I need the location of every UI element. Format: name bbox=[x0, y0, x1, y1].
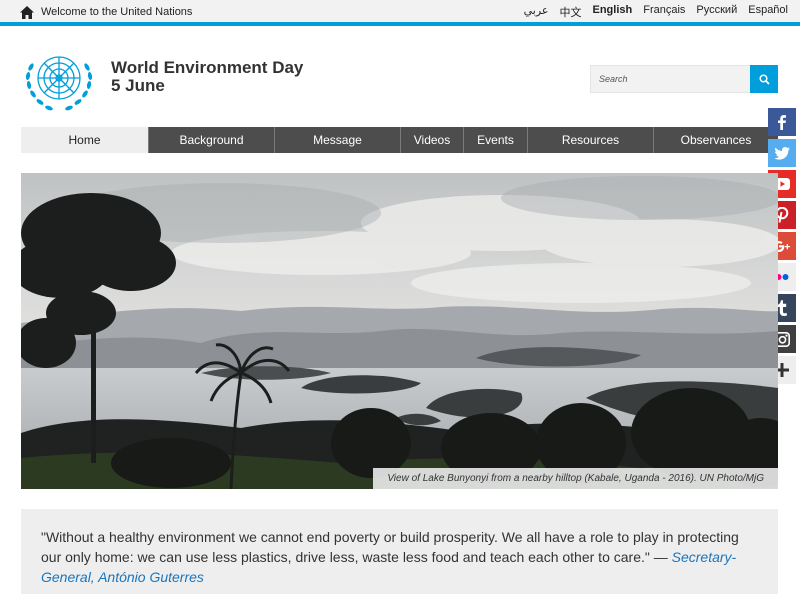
tumblr-icon bbox=[777, 300, 787, 316]
search-input[interactable] bbox=[590, 65, 750, 93]
nav-home[interactable]: Home bbox=[21, 127, 148, 153]
site-title[interactable]: World Environment Day 5 June bbox=[111, 59, 303, 95]
top-bar: Welcome to the United Nations عربي 中文 En… bbox=[0, 0, 800, 22]
lang-arabic[interactable]: عربي bbox=[524, 4, 549, 20]
nav-background[interactable]: Background bbox=[148, 127, 274, 153]
site-title-line1: World Environment Day bbox=[111, 58, 304, 77]
main-navigation: Home Background Message Videos Events Re… bbox=[21, 127, 778, 153]
lake-bunyonyi-photo bbox=[21, 173, 778, 489]
photo-caption: View of Lake Bunyonyi from a nearby hill… bbox=[373, 468, 778, 489]
lang-spanish[interactable]: Español bbox=[748, 4, 788, 20]
nav-message[interactable]: Message bbox=[274, 127, 400, 153]
twitter-icon bbox=[774, 146, 790, 160]
facebook-button[interactable] bbox=[768, 108, 796, 136]
nav-resources[interactable]: Resources bbox=[527, 127, 653, 153]
nav-videos[interactable]: Videos bbox=[400, 127, 463, 153]
sg-quote: "Without a healthy environment we cannot… bbox=[21, 509, 778, 594]
lang-chinese[interactable]: 中文 bbox=[559, 4, 581, 20]
hero-photo: View of Lake Bunyonyi from a nearby hill… bbox=[21, 173, 778, 489]
lang-english[interactable]: English bbox=[592, 4, 632, 20]
lang-french[interactable]: Français bbox=[643, 4, 685, 20]
un-emblem-logo[interactable] bbox=[21, 45, 97, 115]
accent-divider bbox=[0, 22, 800, 26]
un-home-link[interactable]: Welcome to the United Nations bbox=[20, 4, 192, 20]
facebook-icon bbox=[778, 115, 786, 130]
site-title-line2: 5 June bbox=[111, 76, 165, 95]
twitter-button[interactable] bbox=[768, 139, 796, 167]
search-icon bbox=[758, 73, 770, 85]
nav-observances[interactable]: Observances bbox=[653, 127, 778, 153]
language-switcher: عربي 中文 English Français Русский Español bbox=[513, 4, 788, 20]
quote-text: "Without a healthy environment we cannot… bbox=[41, 529, 739, 565]
home-link-label: Welcome to the United Nations bbox=[41, 6, 193, 18]
nav-events[interactable]: Events bbox=[463, 127, 527, 153]
lang-russian[interactable]: Русский bbox=[696, 4, 737, 20]
home-icon bbox=[20, 5, 34, 19]
search-button[interactable] bbox=[750, 65, 778, 93]
